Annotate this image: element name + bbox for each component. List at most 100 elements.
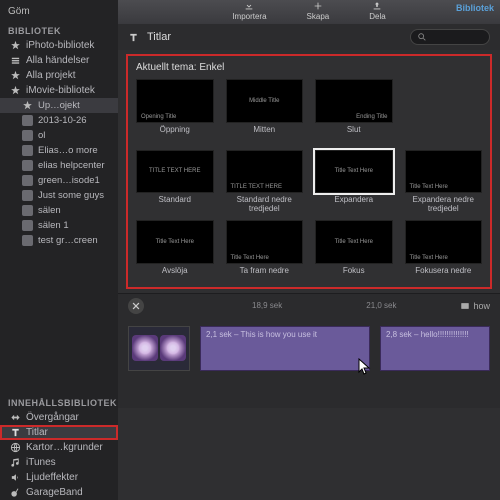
content-transitions[interactable]: Övergångar <box>0 410 118 425</box>
transition-clip[interactable] <box>128 326 190 371</box>
preset-caption: Expandera nedre tredjedel <box>405 196 483 212</box>
library-link[interactable]: Bibliotek <box>456 3 494 13</box>
star-icon <box>10 85 21 96</box>
preset-caption: Ta fram nedre <box>240 267 289 283</box>
title-preset[interactable]: Title Text Here Ta fram nedre <box>226 220 304 283</box>
thumb-text: Title Text Here <box>335 168 373 174</box>
label: how <box>473 301 490 311</box>
section-content: INNEHÅLLSBIBLIOTEK <box>0 392 118 410</box>
timeline-header: 18,9 sek 21,0 sek how <box>118 293 500 318</box>
preset-caption: Avslöja <box>162 267 188 283</box>
label: sälen <box>38 205 61 216</box>
label: Just some guys <box>38 190 104 201</box>
lib-ol[interactable]: ol <box>0 128 118 143</box>
label: Alla händelser <box>26 55 89 66</box>
timeline-clip[interactable]: 2,8 sek – hello!!!!!!!!!!!!!! <box>380 326 490 371</box>
lib-helpcenter[interactable]: elias helpcenter <box>0 158 118 173</box>
preset-thumb[interactable]: Ending Title <box>315 79 393 123</box>
lib-iphoto[interactable]: iPhoto-bibliotek <box>0 38 118 53</box>
content-maps[interactable]: Kartor…kgrunder <box>0 440 118 455</box>
preset-thumb[interactable]: Title Text Here <box>405 150 483 194</box>
preset-thumb[interactable]: Title Text Here <box>405 220 483 264</box>
search-icon <box>417 32 427 42</box>
title-preset[interactable]: Title Text Here Expandera nedre tredjedel <box>405 150 483 213</box>
preset-caption: Fokus <box>343 267 365 283</box>
toolbar: Importera Skapa Dela Bibliotek <box>118 0 500 24</box>
close-button[interactable] <box>128 298 144 314</box>
lib-up[interactable]: Up…ojekt <box>0 98 118 113</box>
share-button[interactable]: Dela <box>369 1 385 21</box>
theme-label: Aktuellt tema: Enkel <box>136 62 482 73</box>
title-preset[interactable]: TITLE TEXT HEREStandard nedre tredjedel <box>226 150 304 213</box>
event-icon <box>22 190 33 201</box>
main: Importera Skapa Dela Bibliotek Titlar Ak… <box>118 0 500 500</box>
thumb-text: Middle Title <box>249 98 279 104</box>
title-preset[interactable]: TITLE TEXT HERE Standard <box>136 150 214 213</box>
preset-caption: Standard <box>159 196 191 212</box>
thumb-text: Title Text Here <box>335 239 373 245</box>
event-icon <box>22 130 33 141</box>
import-button[interactable]: Importera <box>232 1 266 21</box>
time-mark: 18,9 sek <box>252 301 282 310</box>
thumb-text: TITLE TEXT HERE <box>149 168 200 174</box>
label: Importera <box>232 12 266 21</box>
globe-icon <box>10 442 21 453</box>
preset-thumb[interactable]: TITLE TEXT HERE <box>226 150 304 194</box>
label: Övergångar <box>26 412 79 423</box>
timeline[interactable]: 2,1 sek – This is how you use it 2,8 sek… <box>118 318 500 408</box>
label: Elias…o more <box>38 145 98 156</box>
lib-events[interactable]: Alla händelser <box>0 53 118 68</box>
label: sälen 1 <box>38 220 69 231</box>
preset-thumb[interactable]: Title Text Here <box>226 220 304 264</box>
label: Kartor…kgrunder <box>26 442 103 453</box>
time-mark: 21,0 sek <box>366 301 396 310</box>
browser-title: Titlar <box>147 31 171 43</box>
lib-salen[interactable]: sälen <box>0 203 118 218</box>
title-preset[interactable]: Ending TitleSlut <box>315 79 393 142</box>
lib-guys[interactable]: Just some guys <box>0 188 118 203</box>
lib-imovie[interactable]: iMovie-bibliotek <box>0 83 118 98</box>
titles-panel: Aktuellt tema: Enkel Opening TitleÖppnin… <box>126 54 492 289</box>
lib-green[interactable]: green…isode1 <box>0 173 118 188</box>
label: green…isode1 <box>38 175 100 186</box>
event-icon <box>22 115 33 126</box>
content-garageband[interactable]: GarageBand <box>0 485 118 500</box>
lib-projects[interactable]: Alla projekt <box>0 68 118 83</box>
lib-date[interactable]: 2013-10-26 <box>0 113 118 128</box>
timeline-clip[interactable]: 2,1 sek – This is how you use it <box>200 326 370 371</box>
preset-thumb[interactable]: Title Text Here <box>136 220 214 264</box>
content-sfx[interactable]: Ljudeffekter <box>0 470 118 485</box>
hide-link[interactable]: Göm <box>0 0 118 20</box>
content-itunes[interactable]: iTunes <box>0 455 118 470</box>
title-preset[interactable] <box>405 79 483 142</box>
lib-test[interactable]: test gr…creen <box>0 233 118 248</box>
label: elias helpcenter <box>38 160 105 171</box>
label: Dela <box>369 12 385 21</box>
title-preset[interactable]: Title Text HereExpandera <box>315 150 393 213</box>
create-button[interactable]: Skapa <box>307 1 330 21</box>
preset-thumb[interactable]: Title Text Here <box>315 220 393 264</box>
title-preset[interactable]: Title Text Here Fokus <box>315 220 393 283</box>
title-preset[interactable]: Title Text Here Avslöja <box>136 220 214 283</box>
preset-caption: Mitten <box>253 126 275 142</box>
stack-icon <box>10 55 21 66</box>
search-input[interactable] <box>410 29 490 45</box>
text-icon <box>128 32 139 43</box>
preset-thumb[interactable]: Middle Title <box>226 79 304 123</box>
lib-elias[interactable]: Elias…o more <box>0 143 118 158</box>
thumb-text: Ending Title <box>356 114 387 120</box>
title-preset[interactable]: Title Text HereFokusera nedre <box>405 220 483 283</box>
preset-thumb[interactable]: Title Text Here <box>315 150 393 194</box>
thumb-text: Title Text Here <box>231 255 269 261</box>
cursor-icon <box>358 358 372 376</box>
content-titles[interactable]: Titlar <box>0 425 118 440</box>
title-preset[interactable]: Middle Title Mitten <box>226 79 304 142</box>
lib-salen1[interactable]: sälen 1 <box>0 218 118 233</box>
preset-thumb[interactable]: Opening Title <box>136 79 214 123</box>
label: Alla projekt <box>26 70 75 81</box>
label: iPhoto-bibliotek <box>26 40 94 51</box>
title-preset[interactable]: Opening TitleÖppning <box>136 79 214 142</box>
share-icon <box>371 1 383 11</box>
preset-thumb[interactable]: TITLE TEXT HERE <box>136 150 214 194</box>
event-icon <box>22 235 33 246</box>
